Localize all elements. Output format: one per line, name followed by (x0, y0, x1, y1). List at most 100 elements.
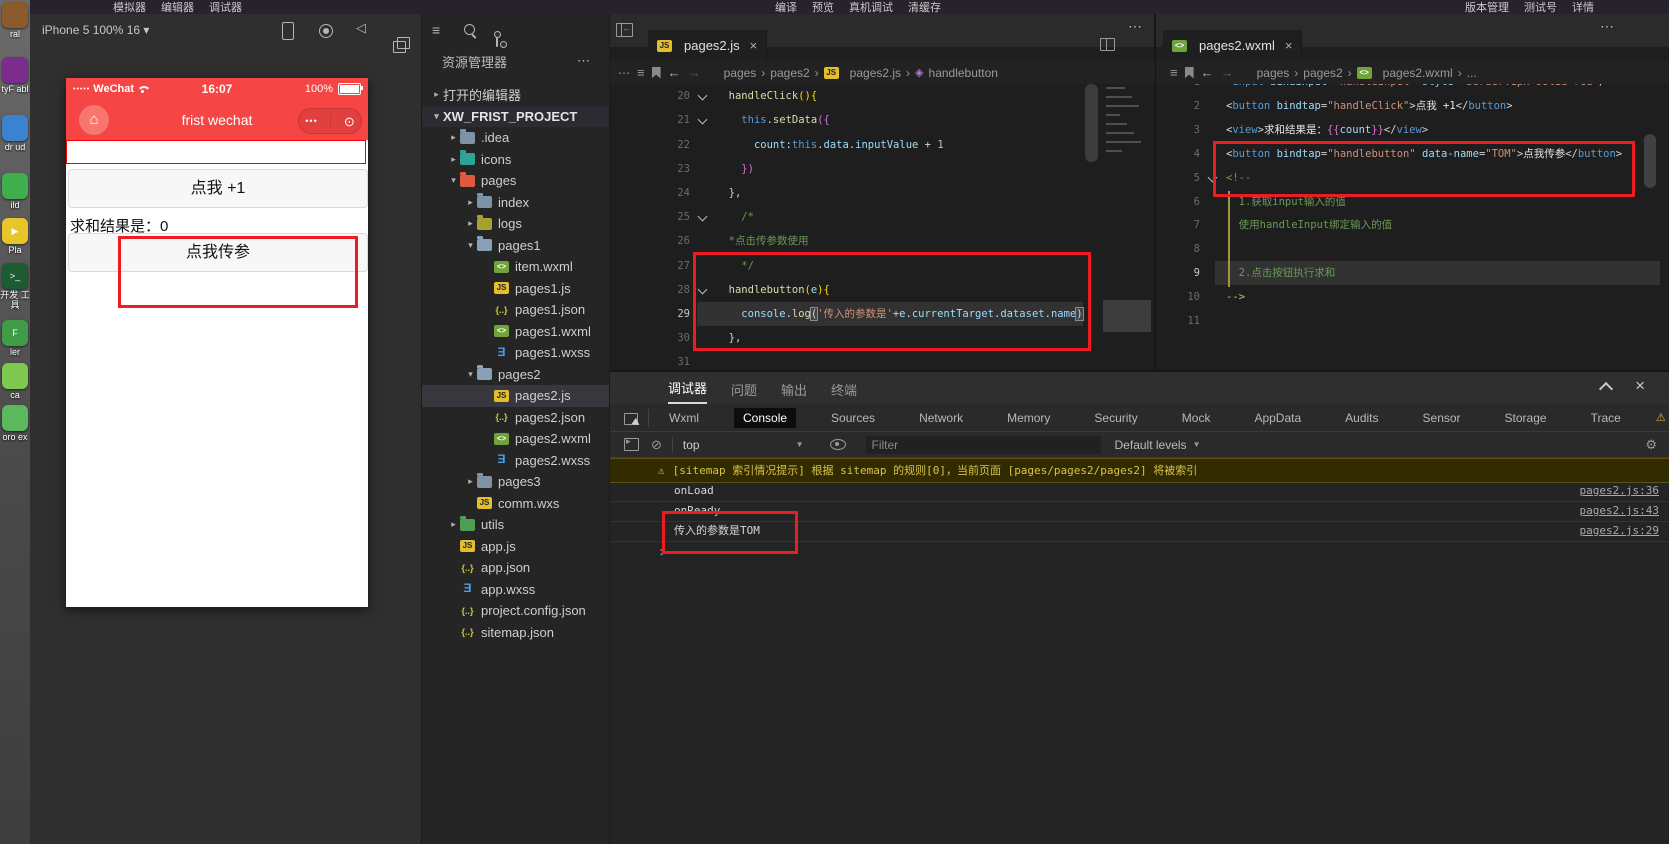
tree-item-pages3[interactable]: ▸ pages3 (422, 471, 610, 493)
desktop-icon[interactable]: ▶ (2, 218, 28, 244)
inspect-icon[interactable] (624, 413, 638, 425)
increment-button[interactable]: 点我 +1 (68, 169, 368, 208)
code-line[interactable]: }, (716, 181, 742, 205)
levels-selector[interactable]: Default levels (1115, 438, 1187, 452)
context-selector[interactable]: top (683, 438, 700, 452)
debugger-sash[interactable] (610, 370, 1669, 372)
tree-item-pages2.wxss[interactable]: Ǝpages2.wxss (422, 450, 610, 472)
tree-item-pages1.json[interactable]: {..} pages1.json (422, 299, 610, 321)
menu-item[interactable]: 模拟器 (113, 0, 146, 15)
breadcrumb-item[interactable]: ... (1467, 66, 1477, 80)
clear-console-icon[interactable]: ⊘ (651, 437, 662, 453)
device-selector[interactable]: iPhone 5 100% 16 ▾ (42, 23, 149, 37)
tree-item-pages1.wxml[interactable]: <> pages1.wxml (422, 321, 610, 343)
tree-item-pages2.json[interactable]: {..} pages2.json (422, 407, 610, 429)
desktop-icon[interactable] (2, 363, 28, 389)
tree-item-pages1[interactable]: ▾ pages1 (422, 235, 610, 257)
desktop-icon[interactable]: F (2, 320, 28, 346)
code-line[interactable]: this.setData({ (716, 108, 830, 132)
menu-item[interactable]: 编译 (775, 0, 797, 15)
toggle-sidebar-icon[interactable] (616, 23, 633, 37)
menu-item[interactable]: 预览 (812, 0, 834, 15)
desktop-icon[interactable] (2, 115, 28, 141)
code-line[interactable]: <view>求和结果是：{{count}}</view> (1226, 118, 1428, 142)
capsule-more-button[interactable]: ••• (305, 116, 317, 126)
back-icon[interactable]: ← (668, 65, 681, 80)
menu-item[interactable]: 真机调试 (849, 0, 893, 15)
more-actions-icon[interactable]: ⋯ (577, 53, 590, 69)
devtools-tab-Sources[interactable]: Sources (822, 408, 884, 428)
tree-item-utils[interactable]: ▸ utils (422, 514, 610, 536)
forward-icon[interactable]: → (688, 65, 701, 80)
devtools-tab-Trace[interactable]: Trace (1582, 408, 1630, 428)
scrollbar-left-editor[interactable] (1085, 84, 1098, 162)
code-line[interactable]: --> (1226, 285, 1245, 309)
menu-item[interactable]: 调试器 (209, 0, 242, 15)
collapse-panel-icon[interactable] (1598, 381, 1614, 397)
outline-icon[interactable]: ≡ (637, 65, 645, 80)
code-line[interactable]: *点击传参数使用 (716, 229, 809, 253)
tree-item-app.wxss[interactable]: Ǝapp.wxss (422, 579, 610, 601)
code-line[interactable]: handleClick(){ (716, 84, 818, 108)
panel-tab-调试器[interactable]: 调试器 (668, 378, 708, 404)
menu-item[interactable]: 清缓存 (908, 0, 941, 15)
tree-item-project.config.json[interactable]: {..} project.config.json (422, 600, 610, 622)
code-line[interactable]: 使用handleInput绑定输入的值 (1226, 213, 1393, 237)
editor-actions-icon[interactable]: ⋯ (1600, 18, 1614, 35)
panel-tab-输出[interactable]: 输出 (781, 380, 807, 404)
devtools-tab-Network[interactable]: Network (910, 408, 972, 428)
tree-item-打开的编辑器[interactable]: ▸ 打开的编辑器 (422, 84, 610, 106)
phone-mode-icon[interactable] (282, 22, 294, 40)
desktop-icon[interactable] (2, 173, 28, 199)
tree-item-pages1.wxss[interactable]: Ǝpages1.wxss (422, 342, 610, 364)
desktop-icon[interactable] (2, 405, 28, 431)
bookmark-icon[interactable] (1184, 66, 1194, 79)
menu-item[interactable]: 版本管理 (1465, 0, 1509, 15)
devtools-tab-Console[interactable]: Console (734, 407, 797, 428)
tree-item-pages2[interactable]: ▾ pages2 (422, 364, 610, 386)
console-source-link[interactable]: pages2.js:29 (1580, 521, 1659, 541)
devtools-tab-Security[interactable]: Security (1085, 408, 1146, 428)
mini-program-input[interactable] (66, 140, 366, 164)
search-icon[interactable] (464, 24, 475, 35)
code-line[interactable]: 2.点击按钮执行求和 (1226, 261, 1336, 285)
scrollbar-right-editor[interactable] (1644, 134, 1656, 188)
breadcrumb-item[interactable]: pages (724, 66, 757, 80)
menu-item[interactable]: 编辑器 (161, 0, 194, 15)
list-icon[interactable]: ≡ (432, 22, 440, 38)
desktop-icon[interactable]: >_ (2, 263, 28, 289)
more-icon[interactable]: ⋯ (618, 66, 630, 80)
breadcrumb-item[interactable]: pages2.js (850, 66, 901, 80)
tree-item-app.json[interactable]: {..} app.json (422, 557, 610, 579)
tree-item-pages2.wxml[interactable]: <> pages2.wxml (422, 428, 610, 450)
close-panel-icon[interactable]: × (1635, 376, 1645, 396)
devtools-tab-Storage[interactable]: Storage (1496, 408, 1556, 428)
console-source-link[interactable]: pages2.js:36 (1580, 481, 1659, 501)
tree-item-sitemap.json[interactable]: {..} sitemap.json (422, 622, 610, 644)
breadcrumb-item[interactable]: handlebutton (929, 66, 998, 80)
devtools-tab-AppData[interactable]: AppData (1245, 408, 1310, 428)
editor-actions-icon[interactable]: ⋯ (1128, 18, 1142, 35)
breadcrumb-item[interactable]: pages2 (1303, 66, 1342, 80)
panel-tab-问题[interactable]: 问题 (731, 380, 757, 404)
code-line[interactable]: count:this.data.inputValue + 1 (716, 133, 944, 157)
tab-pages2.wxml[interactable]: <> pages2.wxml × (1163, 30, 1303, 61)
breadcrumb-item[interactable]: pages (1257, 66, 1290, 80)
desktop-icon[interactable] (2, 57, 28, 83)
desktop-icon[interactable] (2, 2, 28, 28)
tree-item-pages1.js[interactable]: JS pages1.js (422, 278, 610, 300)
tree-item-index[interactable]: ▸ index (422, 192, 610, 214)
devtools-tab-Mock[interactable]: Mock (1173, 408, 1220, 428)
back-icon[interactable]: ← (1201, 65, 1214, 80)
git-branch-icon[interactable] (494, 31, 507, 48)
mute-icon[interactable]: ◁ (356, 20, 366, 36)
windows-icon[interactable] (393, 37, 410, 53)
devtools-tab-Memory[interactable]: Memory (998, 408, 1059, 428)
tree-item-comm.wxs[interactable]: JS comm.wxs (422, 493, 610, 515)
tree-item-.idea[interactable]: ▸ .idea (422, 127, 610, 149)
capsule-close-button[interactable]: ⊙ (344, 115, 355, 128)
devtools-tab-Audits[interactable]: Audits (1336, 408, 1387, 428)
bookmark-icon[interactable] (651, 66, 661, 79)
tree-item-app.js[interactable]: JS app.js (422, 536, 610, 558)
filter-input[interactable]: Filter (865, 435, 1101, 454)
